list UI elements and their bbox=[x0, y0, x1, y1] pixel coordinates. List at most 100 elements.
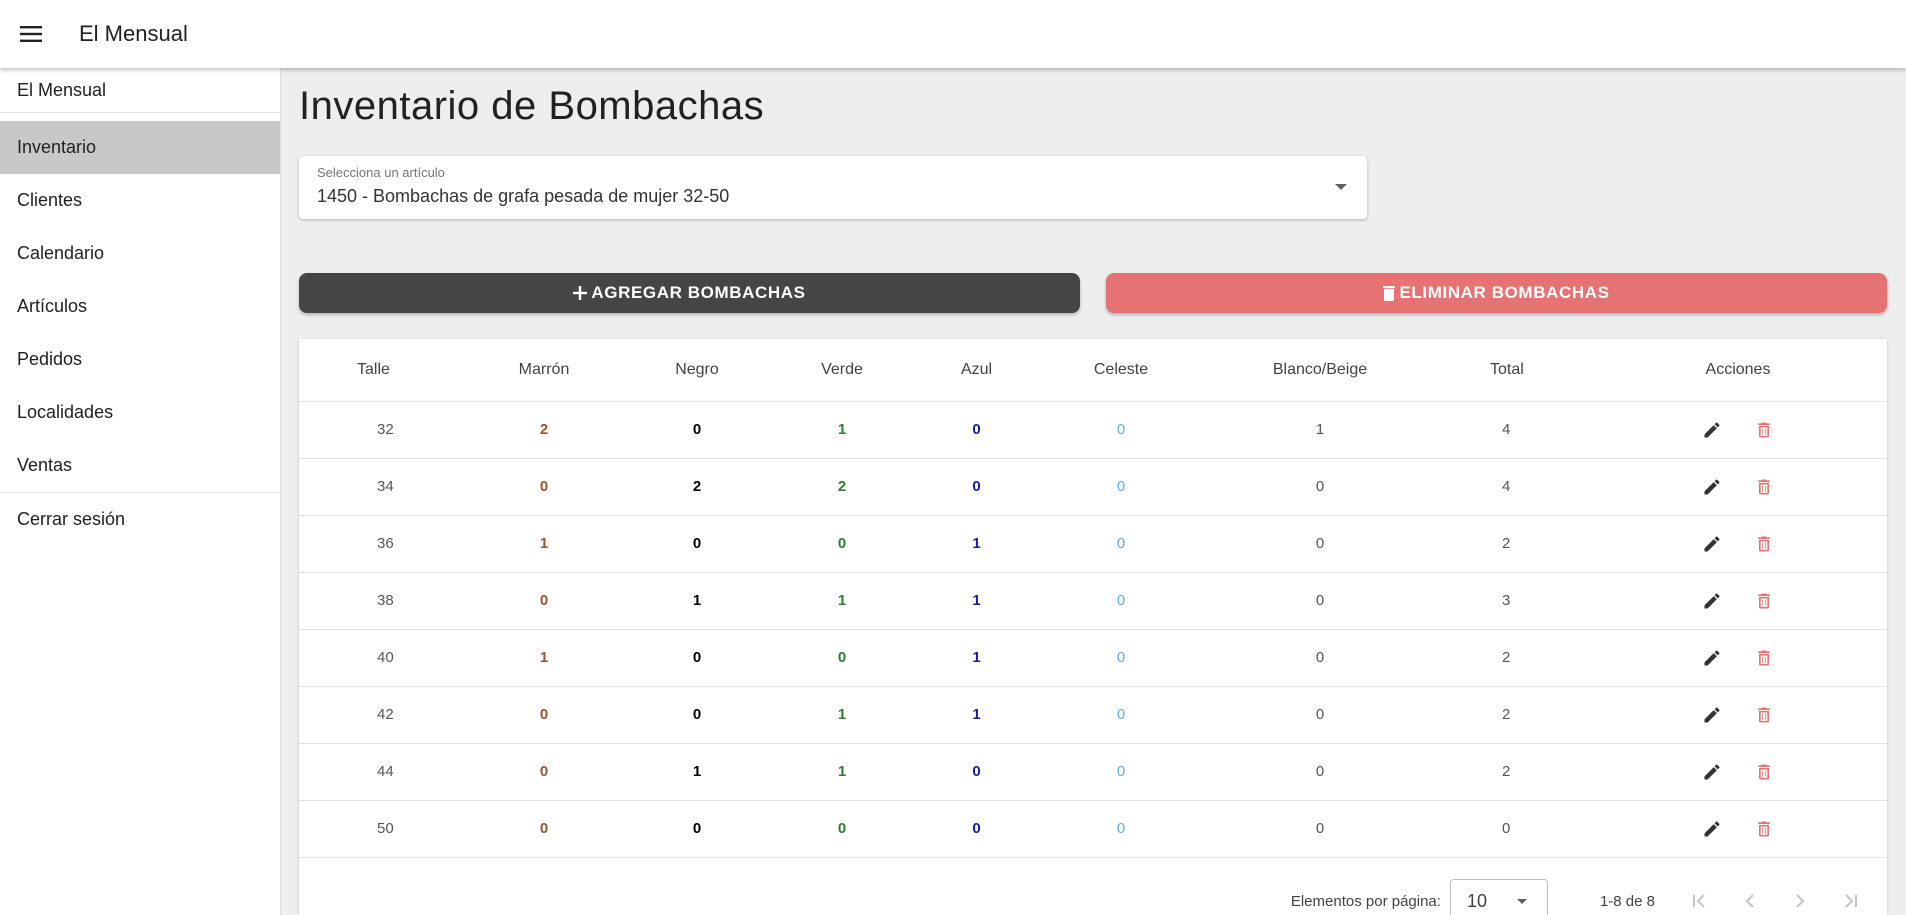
cell-azul: 1 bbox=[909, 515, 1044, 573]
inventory-table-card: Talle Marrón Negro Verde Azul Celeste Bl… bbox=[299, 339, 1887, 915]
row-actions bbox=[1589, 701, 1887, 729]
previous-page-icon[interactable] bbox=[1725, 881, 1775, 915]
edit-icon[interactable] bbox=[1698, 530, 1726, 558]
cell-total: 3 bbox=[1442, 572, 1589, 630]
table-row: 34 0 2 2 0 0 0 4 bbox=[299, 458, 1887, 516]
table-body: 32 2 0 1 0 0 1 4 34 0 2 2 0 0 0 4 36 1 0 0 1 0 0 2 38 0 1 1 1 0 0 3 40 1 0… bbox=[299, 401, 1887, 858]
cell-celeste: 0 bbox=[1044, 458, 1198, 516]
cell-total: 4 bbox=[1442, 401, 1589, 459]
first-page-icon[interactable] bbox=[1675, 881, 1725, 915]
cell-celeste: 0 bbox=[1044, 629, 1198, 687]
cell-azul: 1 bbox=[909, 629, 1044, 687]
cell-actions bbox=[1589, 800, 1887, 858]
header-talle[interactable]: Talle bbox=[299, 339, 469, 402]
cell-total: 0 bbox=[1442, 800, 1589, 858]
page-size-select[interactable]: 10 bbox=[1449, 879, 1548, 915]
delete-icon[interactable] bbox=[1750, 701, 1778, 729]
sidebar-item-calendario[interactable]: Calendario bbox=[0, 227, 280, 280]
dropdown-arrow-icon bbox=[1335, 184, 1347, 190]
table-row: 32 2 0 1 0 0 1 4 bbox=[299, 401, 1887, 459]
cell-blanco-beige: 1 bbox=[1198, 401, 1442, 459]
add-bombachas-label: AGREGAR BOMBACHAS bbox=[591, 283, 806, 302]
header-blanco-beige[interactable]: Blanco/Beige bbox=[1198, 339, 1442, 402]
sidebar-item-clientes[interactable]: Clientes bbox=[0, 174, 280, 227]
menu-icon[interactable] bbox=[0, 0, 62, 68]
cell-actions bbox=[1589, 572, 1887, 630]
edit-icon[interactable] bbox=[1698, 644, 1726, 672]
delete-icon[interactable] bbox=[1750, 644, 1778, 672]
cell-verde: 0 bbox=[775, 515, 909, 573]
cell-actions bbox=[1589, 686, 1887, 744]
cell-actions bbox=[1589, 743, 1887, 801]
cell-negro: 1 bbox=[619, 743, 775, 801]
sidebar-item-ventas[interactable]: Ventas bbox=[0, 439, 280, 492]
cell-total: 4 bbox=[1442, 458, 1589, 516]
sidebar-item-articulos[interactable]: Artículos bbox=[0, 280, 280, 333]
next-page-icon[interactable] bbox=[1775, 881, 1825, 915]
cell-negro: 0 bbox=[619, 800, 775, 858]
row-actions bbox=[1589, 815, 1887, 843]
add-bombachas-button[interactable]: AGREGAR BOMBACHAS bbox=[299, 273, 1080, 313]
cell-total: 2 bbox=[1442, 515, 1589, 573]
top-toolbar: El Mensual bbox=[0, 0, 1906, 68]
row-actions bbox=[1589, 530, 1887, 558]
cell-talle: 40 bbox=[299, 629, 469, 687]
sidebar-item-localidades[interactable]: Localidades bbox=[0, 386, 280, 439]
delete-icon[interactable] bbox=[1750, 815, 1778, 843]
cell-celeste: 0 bbox=[1044, 515, 1198, 573]
cell-actions bbox=[1589, 515, 1887, 573]
cell-blanco-beige: 0 bbox=[1198, 572, 1442, 630]
edit-icon[interactable] bbox=[1698, 815, 1726, 843]
cell-talle: 44 bbox=[299, 743, 469, 801]
page-range: 1-8 de 8 bbox=[1599, 892, 1655, 910]
header-azul[interactable]: Azul bbox=[909, 339, 1044, 402]
delete-icon[interactable] bbox=[1750, 416, 1778, 444]
sidebar-item-inventario[interactable]: Inventario bbox=[0, 121, 280, 174]
plus-icon bbox=[573, 286, 588, 300]
row-actions bbox=[1589, 758, 1887, 786]
edit-icon[interactable] bbox=[1698, 701, 1726, 729]
logout-link[interactable]: Cerrar sesión bbox=[0, 493, 280, 546]
cell-talle: 38 bbox=[299, 572, 469, 630]
edit-icon[interactable] bbox=[1698, 416, 1726, 444]
edit-icon[interactable] bbox=[1698, 587, 1726, 615]
header-marron[interactable]: Marrón bbox=[469, 339, 619, 402]
cell-negro: 0 bbox=[619, 629, 775, 687]
cell-verde: 1 bbox=[775, 401, 909, 459]
cell-negro: 0 bbox=[619, 686, 775, 744]
cell-marron: 0 bbox=[469, 743, 619, 801]
header-negro[interactable]: Negro bbox=[619, 339, 775, 402]
last-page-icon[interactable] bbox=[1825, 881, 1875, 915]
cell-marron: 0 bbox=[469, 572, 619, 630]
delete-icon[interactable] bbox=[1750, 473, 1778, 501]
cell-talle: 34 bbox=[299, 458, 469, 516]
delete-icon[interactable] bbox=[1750, 587, 1778, 615]
cell-blanco-beige: 0 bbox=[1198, 686, 1442, 744]
cell-azul: 0 bbox=[909, 458, 1044, 516]
cell-blanco-beige: 0 bbox=[1198, 800, 1442, 858]
delete-icon[interactable] bbox=[1750, 758, 1778, 786]
article-select-value: 1450 - Bombachas de grafa pesada de muje… bbox=[317, 186, 730, 206]
edit-icon[interactable] bbox=[1698, 758, 1726, 786]
sidebar-item-pedidos[interactable]: Pedidos bbox=[0, 333, 280, 386]
cell-verde: 1 bbox=[775, 686, 909, 744]
header-total[interactable]: Total bbox=[1442, 339, 1589, 402]
cell-actions bbox=[1589, 401, 1887, 459]
sidebar: El Mensual Inventario Clientes Calendari… bbox=[0, 68, 281, 915]
cell-celeste: 0 bbox=[1044, 800, 1198, 858]
page-size-value: 10 bbox=[1466, 890, 1487, 911]
edit-icon[interactable] bbox=[1698, 473, 1726, 501]
delete-bombachas-button[interactable]: ELIMINAR BOMBACHAS bbox=[1106, 273, 1887, 313]
cell-blanco-beige: 0 bbox=[1198, 743, 1442, 801]
article-select[interactable]: Selecciona un artículo 1450 - Bombachas … bbox=[299, 156, 1367, 219]
cell-actions bbox=[1589, 629, 1887, 687]
header-celeste[interactable]: Celeste bbox=[1044, 339, 1198, 402]
table-row: 40 1 0 0 1 0 0 2 bbox=[299, 629, 1887, 687]
delete-bombachas-label: ELIMINAR BOMBACHAS bbox=[1399, 283, 1610, 302]
cell-negro: 0 bbox=[619, 401, 775, 459]
header-acciones: Acciones bbox=[1589, 339, 1887, 402]
delete-icon[interactable] bbox=[1750, 530, 1778, 558]
article-select-label: Selecciona un artículo bbox=[317, 165, 445, 180]
cell-talle: 32 bbox=[299, 401, 469, 459]
header-verde[interactable]: Verde bbox=[775, 339, 909, 402]
